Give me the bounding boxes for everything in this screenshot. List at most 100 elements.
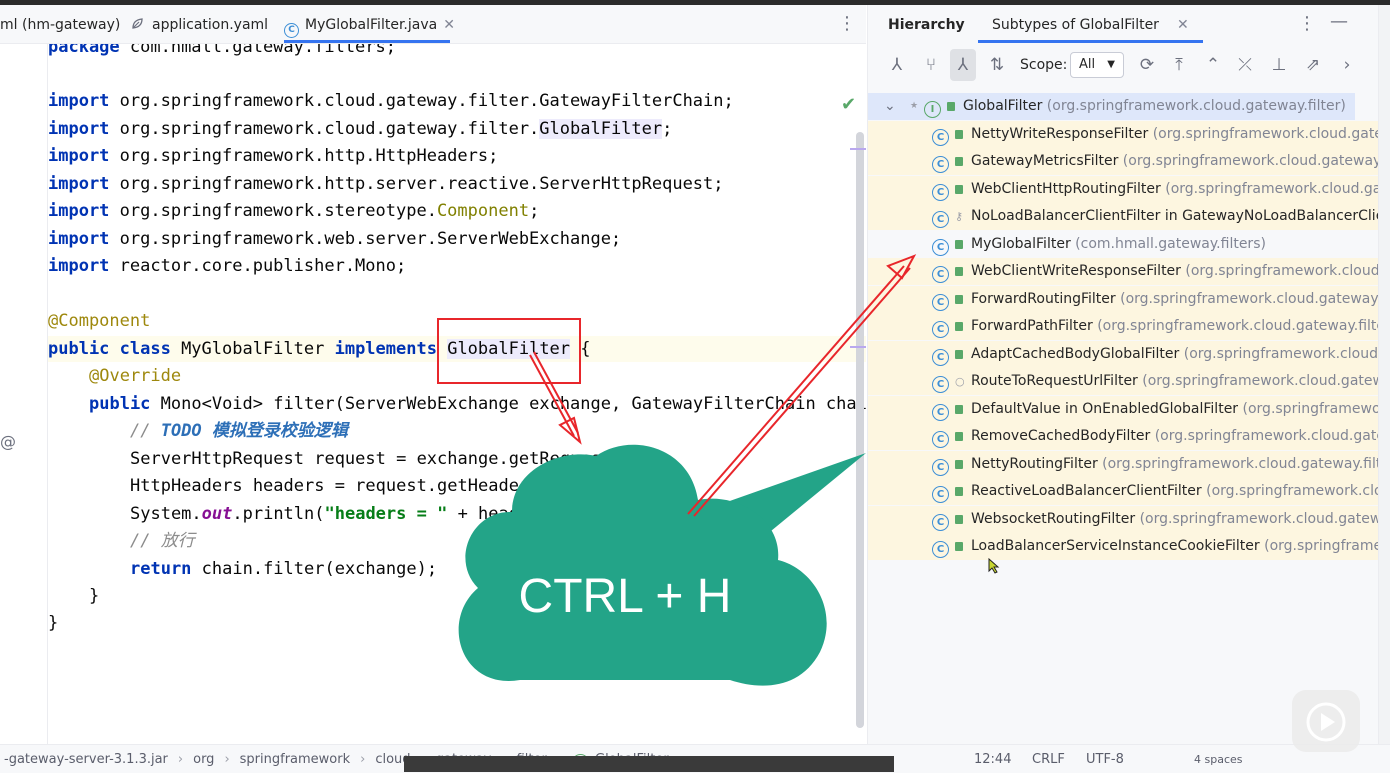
package-name: (org.springframework.cloud.gateway.filte… xyxy=(1097,318,1379,334)
tree-item[interactable]: C ReactiveLoadBalancerClientFilter (org.s… xyxy=(868,478,1379,505)
public-icon xyxy=(955,157,963,166)
code-editor[interactable]: @ package com.hmall.gateway.filters; imp… xyxy=(0,44,866,744)
tree-root-globalfilter[interactable]: ⌄ ★ I GlobalFilter (org.springframework.c… xyxy=(868,93,1355,120)
more-icon[interactable]: ⋮ xyxy=(1298,5,1316,43)
class-name: ForwardPathFilter xyxy=(971,318,1093,334)
file-encoding[interactable]: UTF-8 xyxy=(1086,745,1124,775)
tab-label: application.yaml xyxy=(152,17,269,33)
breadcrumb-item[interactable]: springframework xyxy=(240,752,350,767)
scope-select[interactable]: All ▼ xyxy=(1070,52,1124,78)
code-line: import org.springframework.cloud.gateway… xyxy=(48,119,673,139)
play-button[interactable] xyxy=(1292,690,1360,752)
class-name: MyGlobalFilter xyxy=(971,235,1071,252)
public-icon xyxy=(955,349,963,359)
code-line: return chain.filter(exchange); xyxy=(130,559,438,579)
class-icon: C xyxy=(284,23,299,38)
pin-icon[interactable]: ⊥ xyxy=(1266,49,1292,81)
class-icon: C xyxy=(932,431,949,448)
base-on-this-class-icon[interactable]: ⤒ xyxy=(1166,49,1192,81)
class-name: RemoveCachedBodyFilter xyxy=(971,428,1151,444)
tab-hm-gateway[interactable]: ml (hm-gateway) xyxy=(0,5,120,43)
refresh-icon[interactable]: ⟳ xyxy=(1134,49,1160,81)
class-icon: C xyxy=(932,211,949,228)
expand-all-icon[interactable]: ⌃ xyxy=(1200,49,1226,81)
tree-item[interactable]: C ForwardPathFilter (org.springframework.… xyxy=(868,313,1379,340)
tree-item[interactable]: C WebClientHttpRoutingFilter (org.springf… xyxy=(868,175,1379,203)
collapse-all-icon[interactable]: ⤫ xyxy=(1232,49,1258,81)
public-icon xyxy=(955,322,963,331)
package-private-icon: ○ xyxy=(955,375,965,388)
class-name: ForwardRoutingFilter xyxy=(971,290,1116,307)
tab-subtypes[interactable]: Subtypes of GlobalFilter ✕ xyxy=(978,5,1203,43)
breadcrumb-item[interactable]: org xyxy=(193,752,214,767)
indent-setting[interactable]: 4 spaces xyxy=(1194,745,1243,775)
caret-position[interactable]: 12:44 xyxy=(974,745,1011,775)
tree-item[interactable]: C NettyWriteResponseFilter (org.springfra… xyxy=(868,120,1379,148)
class-icon: C xyxy=(932,348,949,366)
public-icon xyxy=(955,432,963,441)
code-line: // TODO 模拟登录校验逻辑 xyxy=(130,421,348,441)
tree-item[interactable]: C LoadBalancerServiceInstanceCookieFilter… xyxy=(868,533,1379,560)
code-line: package com.hmall.gateway.filters; xyxy=(48,44,396,57)
tree-item[interactable]: C DefaultValue in OnEnabledGlobalFilter (… xyxy=(868,395,1379,423)
breadcrumb-item[interactable]: -gateway-server-3.1.3.jar xyxy=(4,752,168,767)
tree-item[interactable]: C GatewayMetricsFilter (org.springframewo… xyxy=(868,148,1379,175)
line-separator[interactable]: CRLF xyxy=(1032,745,1065,775)
class-icon: C xyxy=(932,238,949,256)
code-line: import org.springframework.web.server.Se… xyxy=(48,229,622,249)
supertypes-icon[interactable]: ⅄ xyxy=(884,49,910,81)
tab-label: MyGlobalFilter.java xyxy=(305,17,438,33)
class-name: RouteToRequestUrlFilter xyxy=(971,373,1138,389)
package-name: (org.springframework.cloud.gatew xyxy=(1165,180,1379,197)
class-name: AdaptCachedBodyGlobalFilter xyxy=(971,345,1180,362)
code-line: import org.springframework.stereotype.Co… xyxy=(48,201,540,221)
open-in-window-icon[interactable]: ⇗ xyxy=(1300,49,1326,81)
class-icon: C xyxy=(932,156,949,173)
tree-item[interactable]: C MyGlobalFilter (com.hmall.gateway.filte… xyxy=(868,231,1379,258)
tree-item[interactable]: C ⚷ NoLoadBalancerClientFilter in GatewayN… xyxy=(868,203,1379,230)
class-icon: C xyxy=(932,128,949,146)
code-line: import org.springframework.cloud.gateway… xyxy=(48,91,734,111)
class-icon: C xyxy=(932,486,949,503)
package-name: (org.springframework.cloud.ga xyxy=(1185,263,1379,279)
package-name: (org.springframework.cloud xyxy=(1206,483,1379,499)
tree-item[interactable]: C ○ RouteToRequestUrlFilter (org.springfra… xyxy=(868,368,1379,395)
close-icon[interactable]: ✕ xyxy=(1177,17,1189,33)
public-icon xyxy=(955,129,963,139)
package-name: (org.springframework.cloud.ga xyxy=(1183,345,1379,362)
class-icon: C xyxy=(932,293,949,311)
tree-item[interactable]: C AdaptCachedBodyGlobalFilter (org.spring… xyxy=(868,340,1379,368)
public-icon xyxy=(947,102,955,111)
tree-item[interactable]: C ForwardRoutingFilter (org.springframewo… xyxy=(868,285,1379,313)
vertical-scrollbar[interactable] xyxy=(856,132,864,728)
sort-alphabetically-icon[interactable]: ⇅ xyxy=(984,49,1010,81)
package-name: (org.springframework.c xyxy=(1242,400,1379,417)
class-icon: C xyxy=(932,183,949,201)
hierarchy-panel: Hierarchy Subtypes of GlobalFilter ✕ ⋮ — … xyxy=(867,5,1379,744)
override-gutter-icon[interactable]: @ xyxy=(0,432,16,451)
tree-item[interactable]: C WebClientWriteResponseFilter (org.sprin… xyxy=(868,258,1379,285)
chevron-down-icon[interactable]: ⌄ xyxy=(884,93,896,120)
chevron-right-icon[interactable]: › xyxy=(1334,49,1360,81)
class-hierarchy-icon[interactable]: ⑂ xyxy=(918,49,944,81)
class-name: GlobalFilter xyxy=(963,98,1043,114)
close-icon[interactable]: ✕ xyxy=(443,17,455,33)
more-icon[interactable]: ⋮ xyxy=(838,5,856,43)
tab-application-yaml[interactable]: application.yaml xyxy=(130,5,268,43)
yaml-file-icon xyxy=(132,18,143,29)
right-tool-strip xyxy=(1378,5,1390,744)
package-name: (org.springframework.cloud.gatewa xyxy=(1154,428,1379,444)
tab-myglobalfilter-java[interactable]: C MyGlobalFilter.java ✕ xyxy=(284,5,455,43)
subtypes-hierarchy-icon[interactable]: ⅄ xyxy=(950,49,976,81)
tree-item[interactable]: C NettyRoutingFilter (org.springframework… xyxy=(868,450,1379,478)
code-line: } xyxy=(48,613,59,633)
package-name: (com.hmall.gateway.filters) xyxy=(1075,235,1266,252)
package-name: (org.springframework.cloud.gateway.filte… xyxy=(1046,98,1346,114)
code-line: // 放行 xyxy=(130,531,195,551)
class-icon: C xyxy=(932,513,949,531)
code-line: import org.springframework.http.HttpHead… xyxy=(48,146,499,166)
inspection-ok-icon[interactable]: ✔ xyxy=(841,94,856,115)
minimize-icon[interactable]: — xyxy=(1330,5,1348,41)
tree-item[interactable]: C RemoveCachedBodyFilter (org.springframe… xyxy=(868,423,1379,450)
tree-item[interactable]: C WebsocketRoutingFilter (org.springframe… xyxy=(868,505,1379,533)
